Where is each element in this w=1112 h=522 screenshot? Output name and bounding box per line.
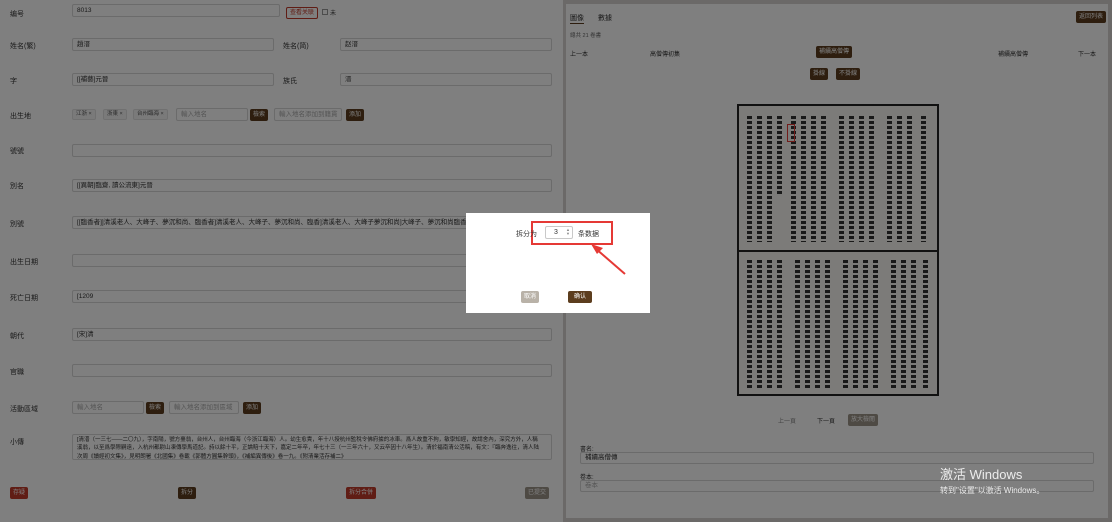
- watermark-title: 激活 Windows: [940, 467, 1023, 482]
- spinner-arrows-icon[interactable]: ▲ ▼: [566, 228, 570, 236]
- split-count-value: 3: [554, 229, 558, 236]
- windows-activation-watermark: 激活 Windows 转到"设置"以激活 Windows。: [940, 464, 1044, 496]
- split-count-stepper[interactable]: 3 ▲ ▼: [545, 226, 573, 239]
- annotation-arrow-icon: [591, 244, 626, 275]
- split-suffix-label: 条数据: [578, 231, 599, 238]
- split-prefix-label: 拆分为: [516, 231, 537, 238]
- cancel-button[interactable]: 取消: [521, 291, 540, 303]
- confirm-button[interactable]: 确认: [568, 291, 593, 303]
- watermark-subtitle: 转到"设置"以激活 Windows。: [940, 486, 1045, 495]
